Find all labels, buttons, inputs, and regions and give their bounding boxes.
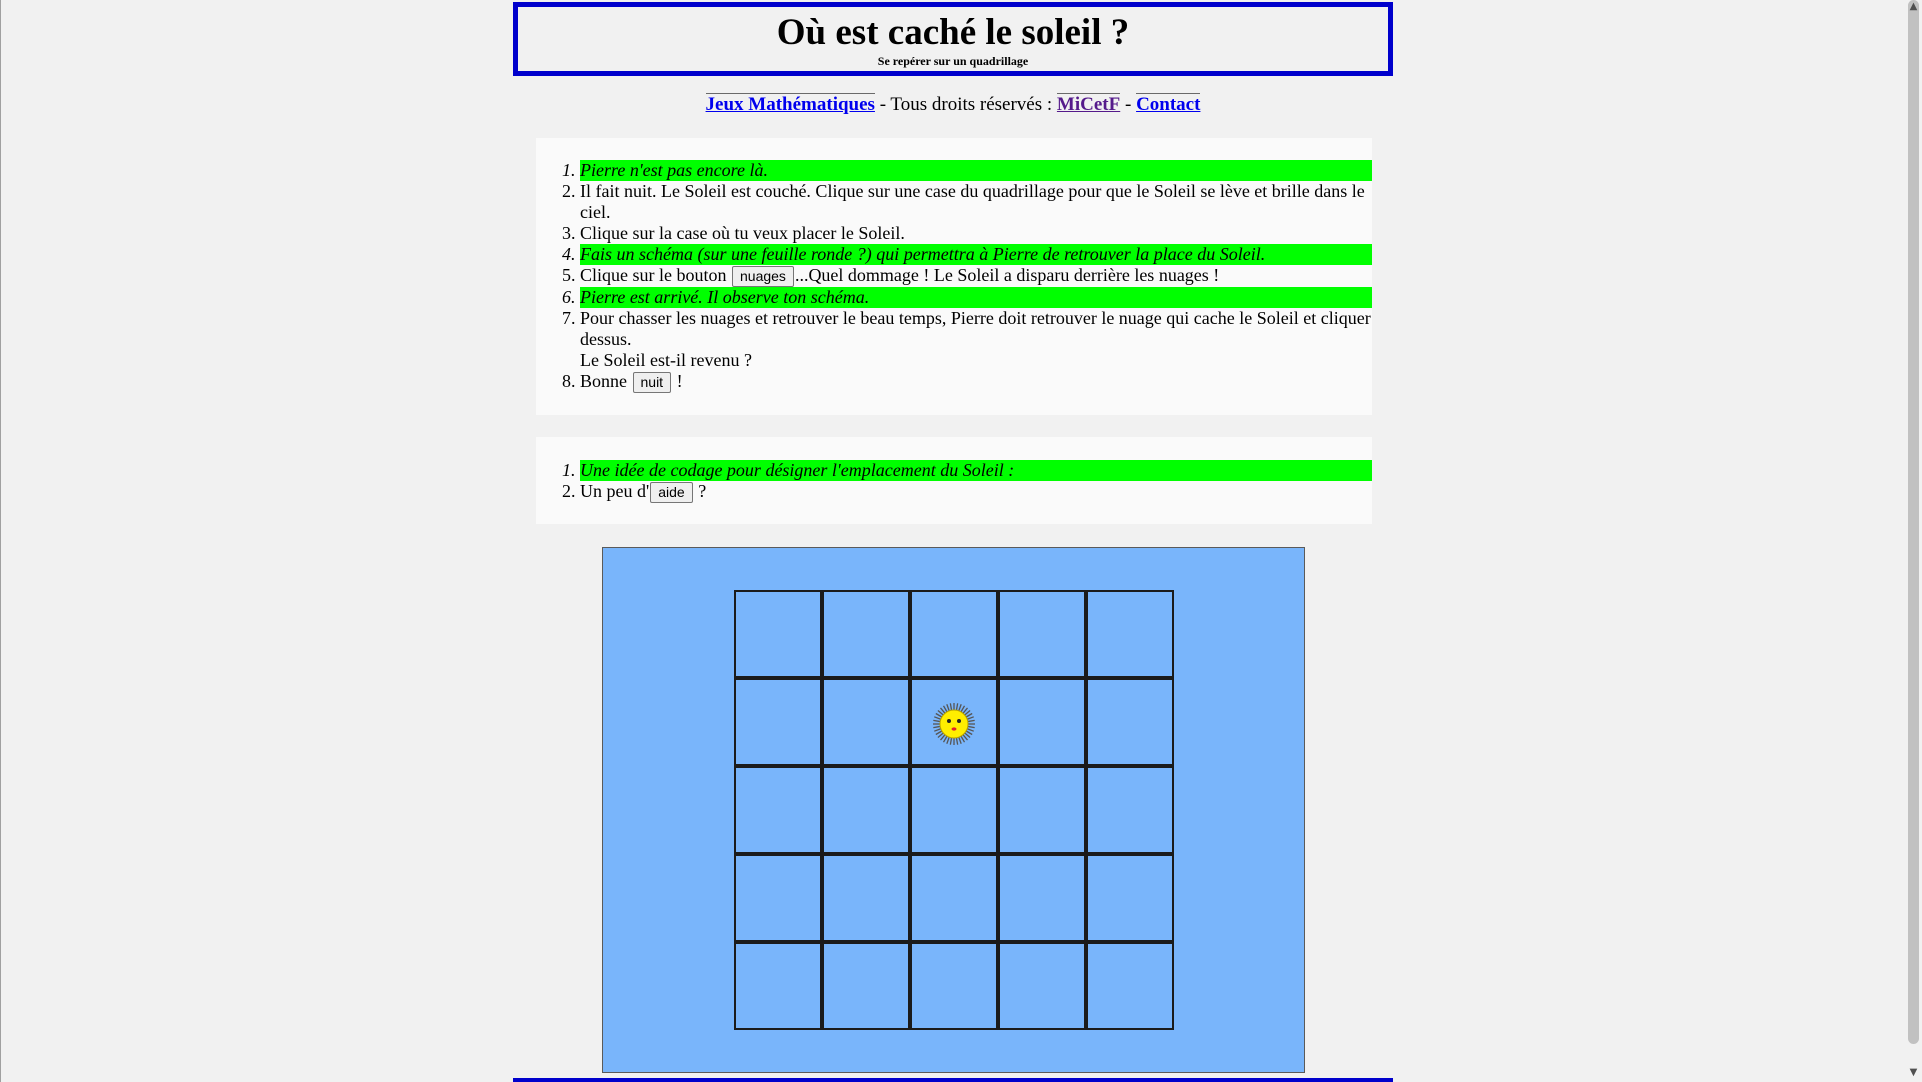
nav-rights-text: - Tous droits réservés : (874, 94, 1057, 115)
grid-cell-r4-c1[interactable] (734, 854, 822, 942)
grid-cell-r4-c5[interactable] (1086, 854, 1174, 942)
grid-cell-r1-c3[interactable] (910, 590, 998, 678)
hint-item-1: Une idée de codage pour désigner l'empla… (580, 460, 1372, 481)
page-title: Où est caché le soleil ? (776, 12, 1130, 53)
hints-list: Une idée de codage pour désigner l'empla… (536, 437, 1372, 503)
link-contact[interactable]: Contact (1136, 93, 1201, 115)
hints-panel: Une idée de codage pour désigner l'empla… (536, 437, 1372, 524)
grid-cell-r5-c2[interactable] (822, 942, 910, 1030)
instruction-step-3: Clique sur la case où tu veux placer le … (580, 223, 1372, 244)
grid-cell-r2-c3[interactable] (910, 678, 998, 766)
instruction-step-8: Bonne nuit ! (580, 371, 1372, 393)
instruction-step-1: Pierre n'est pas encore là. (580, 160, 1372, 181)
grid-cell-r3-c3[interactable] (910, 766, 998, 854)
sun-icon[interactable] (932, 702, 976, 746)
grid-cell-r3-c4[interactable] (998, 766, 1086, 854)
nav-separator: - (1120, 94, 1137, 115)
nuit-button[interactable]: nuit (632, 372, 672, 393)
grid-cell-r3-c2[interactable] (822, 766, 910, 854)
scrollbar-thumb[interactable] (1908, 0, 1919, 1044)
instruction-step-4: Fais un schéma (sur une feuille ronde ?)… (580, 244, 1372, 265)
grid-cell-r1-c2[interactable] (822, 590, 910, 678)
grid-cell-r2-c1[interactable] (734, 678, 822, 766)
grid-cell-r2-c2[interactable] (822, 678, 910, 766)
grid-cell-r1-c4[interactable] (998, 590, 1086, 678)
grid-cell-r2-c4[interactable] (998, 678, 1086, 766)
instructions-list: Pierre n'est pas encore là. Il fait nuit… (536, 138, 1372, 393)
page-subtitle: Se repérer sur un quadrillage (877, 54, 1029, 68)
link-jeux-mathematiques[interactable]: Jeux Mathématiques (705, 93, 875, 115)
footer-bar (513, 1078, 1393, 1082)
grid-cell-r5-c5[interactable] (1086, 942, 1174, 1030)
grid-cell-r4-c3[interactable] (910, 854, 998, 942)
nav-line: Jeux Mathématiques - Tous droits réservé… (513, 92, 1393, 118)
instruction-step-5: Clique sur le bouton nuages...Quel domma… (580, 265, 1372, 287)
hint-item-2: Un peu d'aide ? (580, 481, 1372, 503)
scroll-down-icon[interactable]: ▼ (1907, 1066, 1920, 1080)
instruction-step-2: Il fait nuit. Le Soleil est couché. Cliq… (580, 181, 1372, 223)
page-header: Où est caché le soleil ? Se repérer sur … (513, 2, 1393, 76)
instructions-panel: Pierre n'est pas encore là. Il fait nuit… (536, 138, 1372, 415)
page-left-edge (0, 0, 1, 1082)
grid-cell-r4-c4[interactable] (998, 854, 1086, 942)
grid-cell-r1-c5[interactable] (1086, 590, 1174, 678)
grid-cell-r1-c1[interactable] (734, 590, 822, 678)
instruction-step-6: Pierre est arrivé. Il observe ton schéma… (580, 287, 1372, 308)
scroll-up-icon[interactable]: ▲ (1907, 0, 1920, 14)
grid-cell-r4-c2[interactable] (822, 854, 910, 942)
grid-cell-r2-c5[interactable] (1086, 678, 1174, 766)
grid-cell-r3-c1[interactable] (734, 766, 822, 854)
aide-button[interactable]: aide (650, 482, 693, 503)
grid-cell-r3-c5[interactable] (1086, 766, 1174, 854)
link-micetf[interactable]: MiCetF (1056, 93, 1121, 115)
grid-cell-r5-c4[interactable] (998, 942, 1086, 1030)
instruction-step-7: Pour chasser les nuages et retrouver le … (580, 308, 1372, 371)
grid-cell-r5-c1[interactable] (734, 942, 822, 1030)
nuages-button[interactable]: nuages (732, 266, 794, 287)
grid-cell-r5-c3[interactable] (910, 942, 998, 1030)
